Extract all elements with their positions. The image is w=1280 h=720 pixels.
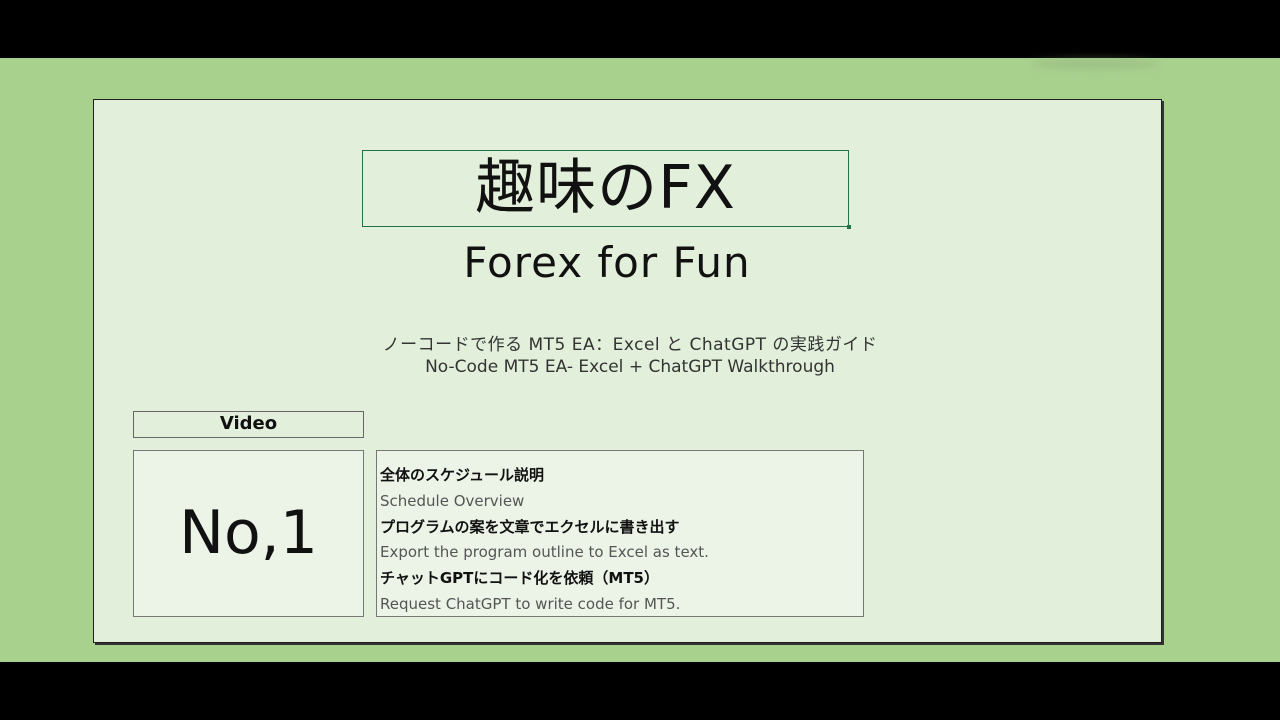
topic-jp: プログラムの案を文章でエクセルに書き出す (380, 517, 680, 536)
page-title: 趣味のFX (475, 153, 736, 223)
topic-jp: チャットGPTにコード化を依頼（MT5） (380, 569, 659, 588)
video-label-cell: Video (133, 411, 364, 438)
page-subtitle: Forex for Fun (463, 238, 751, 287)
topic-en: Export the program outline to Excel as t… (380, 543, 709, 562)
video-number-cell: No,1 (133, 450, 364, 617)
description-japanese: ノーコードで作る MT5 EA：Excel と ChatGPT の実践ガイド (382, 335, 878, 355)
topic-en: Schedule Overview (380, 491, 525, 510)
resize-handle[interactable] (847, 225, 851, 229)
topic-jp: 全体のスケジュール説明 (380, 466, 544, 484)
title-textbox[interactable]: 趣味のFX (362, 150, 851, 229)
topics-cell: 全体のスケジュール説明 Schedule Overview プログラムの案を文章… (376, 450, 864, 617)
topic-en: Request ChatGPT to write code for MT5. (380, 594, 681, 613)
shadow-decoration (1030, 58, 1160, 70)
letterbox-top (0, 0, 1280, 58)
letterbox-bottom (0, 662, 1280, 720)
description-english: No-Code MT5 EA- Excel + ChatGPT Walkthro… (425, 357, 835, 377)
